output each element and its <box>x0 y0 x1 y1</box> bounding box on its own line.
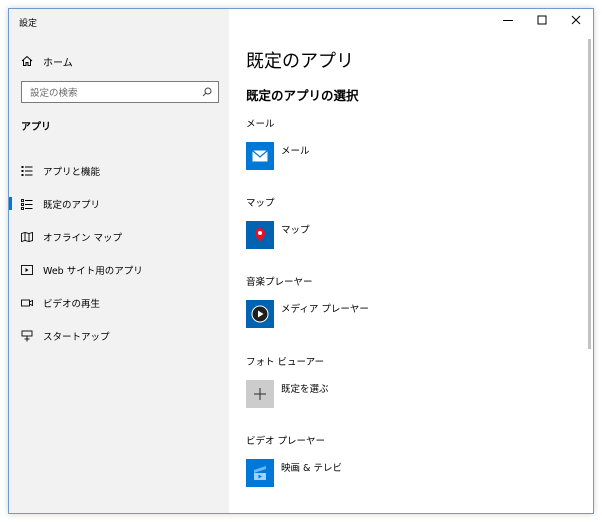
mail-app-icon <box>246 142 274 170</box>
media-player-icon <box>246 300 274 328</box>
search-placeholder: 設定の検索 <box>30 88 78 99</box>
sidebar-item-label: スタートアップ <box>43 331 110 343</box>
category-maps: マップ マップ <box>246 195 310 249</box>
maximize-button[interactable] <box>525 9 559 31</box>
maps-app-icon <box>246 221 274 249</box>
sidebar-item-default-apps[interactable]: 既定のアプリ <box>9 187 229 220</box>
plus-icon <box>246 380 274 408</box>
close-icon <box>571 15 581 25</box>
main-content: 既定のアプリ 既定のアプリの選択 メール メール マップ マップ 音楽プレーヤー… <box>229 9 593 513</box>
app-name: メディア プレーヤー <box>281 304 369 315</box>
app-name: 既定を選ぶ <box>281 384 329 395</box>
default-apps-icon <box>21 198 33 210</box>
default-app-selector[interactable]: 映画 & テレビ <box>246 459 342 487</box>
category-photo-viewer: フォト ビューアー 既定を選ぶ <box>246 354 329 408</box>
search-input[interactable]: 設定の検索 <box>21 81 219 103</box>
sidebar-item-label: 既定のアプリ <box>43 199 101 211</box>
app-name: 映画 & テレビ <box>281 463 342 474</box>
web-app-icon <box>21 264 33 276</box>
sidebar-nav: アプリと機能 既定のアプリ オフライン マップ Web サイト用のアプリ ビデオ… <box>9 154 229 352</box>
sidebar-item-offline-maps[interactable]: オフライン マップ <box>9 220 229 253</box>
sidebar-item-web-apps[interactable]: Web サイト用のアプリ <box>9 253 229 286</box>
window-controls <box>491 9 593 31</box>
home-label: ホーム <box>43 57 73 69</box>
movies-tv-icon <box>246 459 274 487</box>
default-app-selector[interactable]: マップ <box>246 221 310 249</box>
apps-section-label: アプリ <box>21 122 51 133</box>
sidebar-item-apps-features[interactable]: アプリと機能 <box>9 154 229 187</box>
category-label: メール <box>246 119 275 130</box>
video-icon <box>21 297 33 309</box>
category-music-player: 音楽プレーヤー メディア プレーヤー <box>246 274 369 328</box>
category-label: ビデオ プレーヤー <box>246 436 326 447</box>
default-app-selector[interactable]: メディア プレーヤー <box>246 300 369 328</box>
window-title: 設定 <box>19 19 38 29</box>
sidebar-item-label: オフライン マップ <box>43 232 123 244</box>
category-mail: メール メール <box>246 116 310 170</box>
home-link[interactable]: ホーム <box>21 53 73 69</box>
scrollbar[interactable] <box>588 39 591 349</box>
app-name: メール <box>281 146 310 157</box>
minimize-button[interactable] <box>491 9 525 31</box>
list-icon <box>21 165 33 177</box>
maximize-icon <box>537 15 547 25</box>
sidebar-item-label: Web サイト用のアプリ <box>43 265 143 277</box>
sidebar-item-video-playback[interactable]: ビデオの再生 <box>9 286 229 319</box>
sidebar-item-startup[interactable]: スタートアップ <box>9 319 229 352</box>
sidebar-item-label: アプリと機能 <box>43 166 101 178</box>
search-icon[interactable] <box>202 87 212 97</box>
category-label: 音楽プレーヤー <box>246 277 313 288</box>
app-name: マップ <box>281 225 310 236</box>
default-app-selector[interactable]: メール <box>246 142 310 170</box>
page-title: 既定のアプリ <box>246 51 354 72</box>
close-button[interactable] <box>559 9 593 31</box>
home-icon <box>21 55 33 66</box>
sidebar: 設定 ホーム 設定の検索 アプリ アプリと機能 既定のアプリ オフライン マップ… <box>9 9 229 513</box>
sidebar-item-label: ビデオの再生 <box>43 298 101 310</box>
category-video-player: ビデオ プレーヤー 映画 & テレビ <box>246 433 342 487</box>
choose-default-button[interactable]: 既定を選ぶ <box>246 380 329 408</box>
startup-icon <box>21 330 33 342</box>
minimize-icon <box>503 20 513 21</box>
category-label: フォト ビューアー <box>246 357 325 368</box>
map-icon <box>21 231 33 243</box>
section-title: 既定のアプリの選択 <box>246 88 359 103</box>
category-label: マップ <box>246 198 275 209</box>
settings-window: 設定 ホーム 設定の検索 アプリ アプリと機能 既定のアプリ オフライン マップ… <box>8 8 594 514</box>
